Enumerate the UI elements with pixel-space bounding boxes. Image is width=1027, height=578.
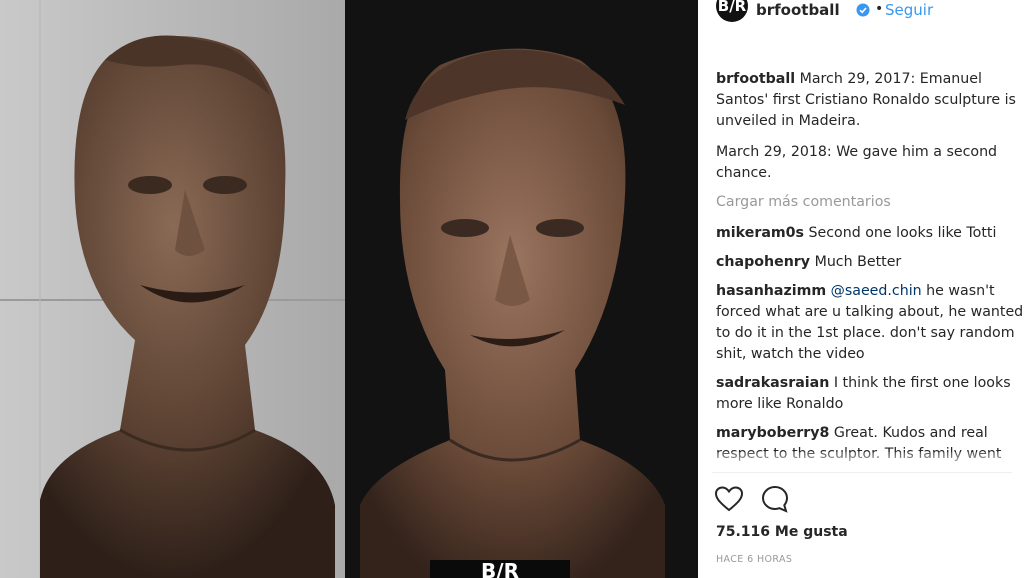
- comment-item: hasanhazimm @saeed.chin he wasn't forced…: [716, 281, 1026, 365]
- comments-fade: [698, 452, 1027, 472]
- avatar[interactable]: B/R: [716, 0, 748, 22]
- comment-item: sadrakasraian I think the first one look…: [716, 373, 1026, 415]
- caption-second-paragraph: March 29, 2018: We gave him a second cha…: [716, 144, 998, 181]
- caption-username-link[interactable]: brfootball: [716, 71, 795, 87]
- post-actions: 75.116 Me gusta HACE 6 HORAS: [698, 472, 1027, 578]
- heart-icon[interactable]: [715, 486, 743, 512]
- comment-username-link[interactable]: hasanhazimm: [716, 283, 826, 299]
- comments-list: brfootball March 29, 2017: Emanuel Santo…: [716, 69, 1026, 473]
- comment-username-link[interactable]: sadrakasraian: [716, 375, 829, 391]
- comment-text: Second one looks like Totti: [808, 225, 997, 241]
- comment-bubble-icon[interactable]: [761, 485, 789, 513]
- comment-item: mikeram0s Second one looks like Totti: [716, 223, 1026, 244]
- load-more-comments-button[interactable]: Cargar más comentarios: [716, 192, 1026, 213]
- comment-mention-link[interactable]: @saeed.chin: [831, 283, 922, 299]
- likes-count[interactable]: 75.116 Me gusta: [716, 524, 848, 540]
- comment-item: chapohenry Much Better: [716, 252, 1026, 273]
- post-image: B/R: [0, 0, 698, 578]
- verified-badge-icon: [856, 3, 870, 17]
- header-username-link[interactable]: brfootball: [756, 1, 840, 19]
- follow-button[interactable]: Seguir: [885, 1, 933, 19]
- divider: [712, 472, 1012, 473]
- post-header: B/R brfootball • Seguir: [698, 0, 1027, 28]
- comment-text: Much Better: [814, 254, 902, 270]
- comment-username-link[interactable]: maryboberry8: [716, 425, 829, 441]
- post-photo[interactable]: B/R: [0, 0, 698, 578]
- caption: brfootball March 29, 2017: Emanuel Santo…: [716, 69, 1026, 132]
- comment-username-link[interactable]: mikeram0s: [716, 225, 804, 241]
- post-sidebar: B/R brfootball • Seguir brfootball March…: [698, 0, 1027, 578]
- post-timestamp[interactable]: HACE 6 HORAS: [716, 554, 792, 565]
- separator-dot: •: [875, 1, 884, 17]
- plinth-logo-text: B/R: [481, 559, 519, 578]
- comment-username-link[interactable]: chapohenry: [716, 254, 810, 270]
